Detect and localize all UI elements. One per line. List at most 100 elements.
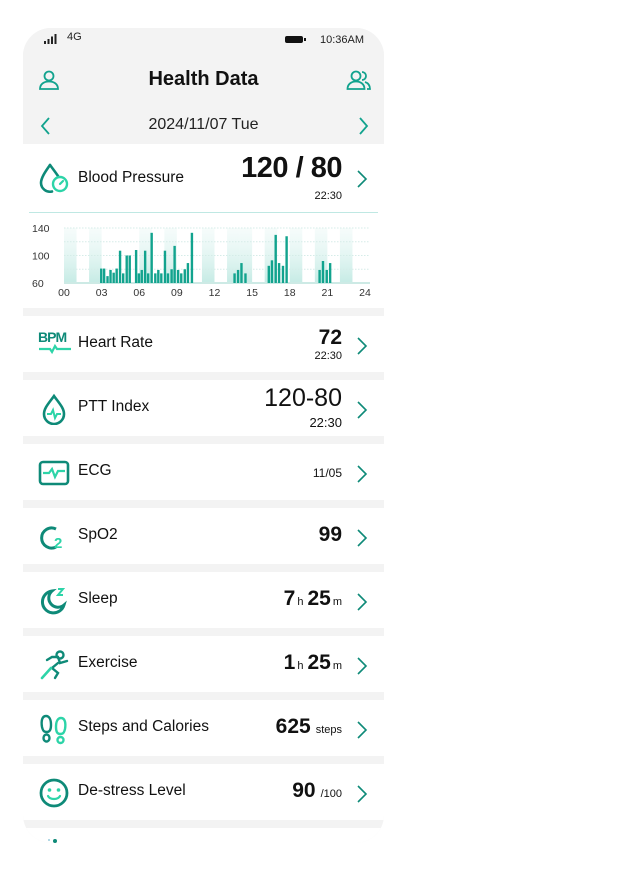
destress-row[interactable]: De-stress Level 90/100 [23,764,384,820]
x-tick-label: 21 [322,287,334,299]
blood-pressure-time: 22:30 [314,190,342,202]
chart-bar [170,269,173,283]
chart-bar [285,236,288,283]
blood-pressure-card[interactable]: Blood Pressure 120 / 80 22:30 60 100 140 00… [23,144,384,308]
chart-bar [112,272,115,283]
y-tick-label: 100 [32,251,50,263]
phone-screen: 4G 10:36AM Health Data 2024/11/07 Tue Bl… [23,28,384,843]
item-label: SpO2 [78,526,118,543]
list-item-spo2[interactable]: 2 SpO2 99 [23,508,384,564]
x-tick-label: 15 [246,287,258,299]
list-item-blood-pressure[interactable]: Blood Pressure 120 / 80 22:30 [23,144,384,212]
list-item-sleep[interactable]: Sleep 7 h 25 m [23,572,384,628]
sleep-row[interactable]: Sleep 7 h 25 m [23,572,384,628]
chevron-right-icon[interactable] [356,400,368,420]
x-tick-label: 12 [209,287,221,299]
chart-bar [106,276,109,283]
item-label: ECG [78,462,112,479]
blood-pressure-chart: 60 100 140 00 03 06 09 12 15 18 21 24 [29,212,378,308]
chevron-right-icon[interactable] [356,169,368,189]
exercise-row[interactable]: Exercise 1 h 25 m [23,636,384,692]
partial-icon [48,839,57,843]
chevron-right-icon[interactable] [356,592,368,612]
blood-pressure-value: 120 / 80 [241,152,342,184]
chevron-right-icon[interactable] [356,528,368,548]
x-tick-label: 03 [96,287,108,299]
x-tick-label: 18 [284,287,296,299]
chevron-right-icon[interactable] [353,114,373,138]
chart-svg: 60 100 140 00 03 06 09 12 15 18 21 24 [32,223,371,299]
clock: 10:36AM [319,34,364,46]
chart-bar [236,269,240,283]
battery-full-icon [285,36,306,43]
x-tick-label: 00 [58,287,70,299]
chart-bar [240,263,243,283]
chart-bar [134,250,138,283]
chart-bar [154,273,157,283]
chart-bar [318,269,321,283]
item-label: Blood Pressure [78,169,184,186]
status-bar: 4G 10:36AM [23,28,384,54]
chart-bar [325,269,328,283]
ecg-icon [38,460,70,486]
ecg-value: 11/05 [312,466,342,480]
spo2-row[interactable]: 2 SpO2 99 [23,508,384,564]
ptt-drop-icon [42,393,66,425]
chart-bar [109,269,112,283]
signal-bars-icon [44,34,57,44]
chart-bar [143,250,147,283]
steps-count: 625 [275,715,311,738]
x-tick-label: 24 [359,287,371,299]
exercise-minutes: 25 [307,651,331,674]
chart-bar [190,232,194,283]
list-item-exercise[interactable]: Exercise 1 h 25 m [23,636,384,692]
spo2-value: 99 [318,523,342,546]
chart-bar [163,250,167,283]
chevron-right-icon[interactable] [356,656,368,676]
list-item-ecg[interactable]: ECG 11/05 [23,444,384,500]
list-item-heart-rate[interactable]: BPM Heart Rate 72 22:30 [23,316,384,372]
list-item-partial [23,828,384,843]
list-item-ptt-index[interactable]: PTT Index 120-80 22:30 [23,380,384,436]
x-tick-label: 09 [171,287,183,299]
chart-bar [102,268,106,283]
chart-bar [233,273,236,283]
health-metrics-list: Blood Pressure 120 / 80 22:30 60 100 140 00… [23,144,384,843]
chart-bar [166,273,170,283]
chevron-right-icon[interactable] [356,784,368,804]
chart-bar [150,232,153,283]
chart-bar [128,255,131,283]
item-label: Exercise [78,654,138,671]
page-title: Health Data [148,68,259,90]
users-icon[interactable] [346,68,372,92]
heart-rate-row[interactable]: BPM Heart Rate 72 22:30 [23,316,384,372]
item-label: De-stress Level [78,782,186,799]
exercise-value: 1 h 25 m [284,651,342,675]
smiley-icon [39,778,69,808]
chart-bar [140,269,143,283]
steps-unit: steps [315,724,342,736]
ecg-row[interactable]: ECG 11/05 [23,444,384,500]
chart-bar [321,261,325,283]
list-item-steps[interactable]: Steps and Calories 625 steps [23,700,384,756]
chart-bar [328,263,332,283]
steps-row[interactable]: Steps and Calories 625 steps [23,700,384,756]
chevron-right-icon[interactable] [356,464,368,484]
chart-bar [157,269,160,283]
steps-value: 625 steps [276,715,342,739]
destress-max: /100 [320,788,342,800]
sleep-hours: 7 [283,587,296,610]
bpm-icon: BPM [38,329,71,355]
svg-text:2: 2 [54,535,62,552]
exercise-hours: 1 [283,651,296,674]
list-item-destress[interactable]: De-stress Level 90/100 [23,764,384,820]
chart-bar [277,263,281,283]
chart-bar [100,268,103,283]
destress-score: 90 [292,779,316,802]
chevron-right-icon[interactable] [356,720,368,740]
chart-bar [180,273,183,283]
item-label: Heart Rate [78,334,153,351]
chevron-right-icon[interactable] [356,336,368,356]
ptt-index-row[interactable]: PTT Index 120-80 22:30 [23,380,384,436]
item-label: Sleep [78,590,118,607]
